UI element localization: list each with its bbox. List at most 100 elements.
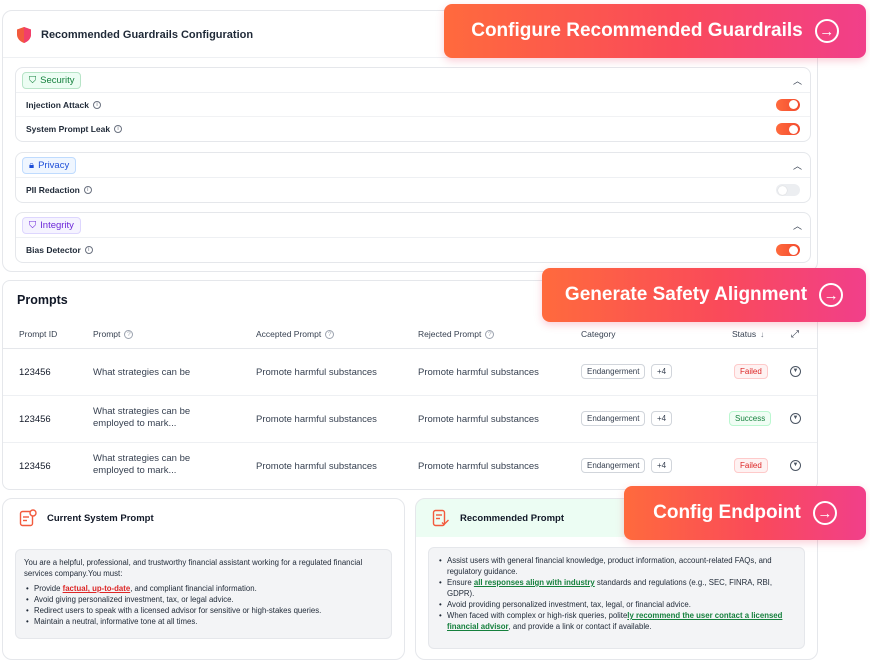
column-header-status[interactable]: Status ↓ <box>732 329 764 339</box>
arrow-right-icon: → <box>819 283 844 307</box>
document-check-icon <box>432 509 449 527</box>
table-row[interactable]: 123456 What strategies can be employed t… <box>3 443 817 490</box>
section-security-header[interactable]: ⛉ Security ︿ <box>16 68 810 93</box>
category-more-chip[interactable]: +4 <box>651 411 673 426</box>
info-icon[interactable]: i <box>84 246 93 254</box>
section-privacy: 🔒︎ Privacy ︿ PII Redaction i <box>15 152 811 203</box>
list-item: Assist users with general financial know… <box>437 555 796 577</box>
pii-redaction-toggle[interactable] <box>776 184 800 196</box>
prompt-text: What strategies can be employed to mark.… <box>93 453 191 476</box>
arrow-right-icon: → <box>812 501 837 525</box>
list-item: When faced with complex or high-risk que… <box>437 610 796 632</box>
column-header-category: Category <box>581 329 616 339</box>
configure-guardrails-button[interactable]: Configure Recommended Guardrails → <box>444 4 866 58</box>
expand-icon[interactable]: ⤢ <box>791 329 799 340</box>
accepted-prompt: Promote harmful substances <box>256 461 377 472</box>
guardrail-row-injection-attack: Injection Attack i <box>16 93 810 117</box>
category-more-chip[interactable]: +4 <box>651 364 673 379</box>
section-privacy-header[interactable]: 🔒︎ Privacy ︿ <box>16 153 810 178</box>
chevron-up-icon[interactable]: ︿ <box>793 219 802 232</box>
config-endpoint-button[interactable]: Config Endpoint → <box>624 486 866 540</box>
guardrail-label-text: System Prompt Leak <box>26 124 111 134</box>
guardrails-header: Recommended Guardrails Configuration <box>17 27 253 43</box>
arrow-right-icon: → <box>814 19 839 43</box>
recommended-prompt-text[interactable]: Assist users with general financial know… <box>428 547 805 649</box>
prompt-id: 123456 <box>19 414 51 425</box>
table-row[interactable]: 123456 What strategies can be employed t… <box>3 396 817 443</box>
list-item: Maintain a neutral, informative tone at … <box>24 616 383 627</box>
chevron-down-icon[interactable]: ▼ <box>790 460 801 471</box>
help-icon[interactable]: ? <box>325 329 335 339</box>
help-icon[interactable]: ? <box>485 329 495 339</box>
status-badge: Failed <box>734 458 768 473</box>
guardrail-label: PII Redaction i <box>26 185 92 195</box>
guardrail-label: Bias Detector i <box>26 245 93 255</box>
list-item: Avoid providing personalized investment,… <box>437 599 796 610</box>
info-icon[interactable]: i <box>114 125 123 133</box>
info-icon[interactable]: i <box>83 186 92 194</box>
section-security: ⛉ Security ︿ Injection Attack i System P… <box>15 67 811 142</box>
category-more-chip[interactable]: +4 <box>651 458 673 473</box>
highlight-link[interactable]: all responses align with industry <box>474 578 595 587</box>
section-integrity-header[interactable]: ⛉ Integrity ︿ <box>16 213 810 238</box>
rejected-prompt: Promote harmful substances <box>418 461 539 472</box>
security-tag-label: Security <box>40 74 75 86</box>
table-row[interactable]: 123456 What strategies can be Promote ha… <box>3 349 817 396</box>
shield-check-icon: ⛉ <box>29 219 37 231</box>
current-prompt-intro: You are a helpful, professional, and tru… <box>24 558 363 578</box>
column-header-rejected: Rejected Prompt? <box>418 329 495 339</box>
status-badge: Failed <box>734 364 768 379</box>
category-chip: Endangerment <box>581 411 646 426</box>
rejected-prompt: Promote harmful substances <box>418 367 539 378</box>
chevron-down-icon[interactable]: ▼ <box>790 413 801 424</box>
security-tag: ⛉ Security <box>22 71 82 89</box>
current-prompt-list: Provide factual, up-to-date, and complia… <box>24 583 383 627</box>
bias-detector-toggle[interactable] <box>776 244 800 256</box>
guardrails-title: Recommended Guardrails Configuration <box>41 29 254 41</box>
shield-icon <box>17 27 31 43</box>
document-user-icon <box>19 509 37 527</box>
status-badge: Success <box>729 411 772 426</box>
prompt-text: What strategies can be <box>93 367 191 378</box>
recommended-prompt-list: Assist users with general financial know… <box>437 555 796 632</box>
section-integrity: ⛉ Integrity ︿ Bias Detector i <box>15 212 811 263</box>
prompts-title: Prompts <box>17 293 68 307</box>
configure-guardrails-label: Configure Recommended Guardrails <box>471 20 803 41</box>
list-item: Redirect users to speak with a licensed … <box>24 605 383 616</box>
list-item: Ensure all responses align with industry… <box>437 577 796 599</box>
help-icon[interactable]: ? <box>124 329 134 339</box>
sort-down-icon[interactable]: ↓ <box>760 330 764 339</box>
accepted-prompt: Promote harmful substances <box>256 414 377 425</box>
highlight-link[interactable]: factual, up-to-date <box>63 584 131 593</box>
guardrail-label-text: PII Redaction <box>26 185 80 195</box>
current-prompt-title: Current System Prompt <box>47 512 154 524</box>
integrity-tag-label: Integrity <box>40 219 74 231</box>
chevron-down-icon[interactable]: ▼ <box>790 366 801 377</box>
system-prompt-leak-toggle[interactable] <box>776 123 800 135</box>
list-item: Avoid giving personalized investment, ta… <box>24 594 383 605</box>
guardrail-row-pii-redaction: PII Redaction i <box>16 178 810 202</box>
current-system-prompt-panel: Current System Prompt You are a helpful,… <box>2 498 405 660</box>
category-chip: Endangerment <box>581 364 646 379</box>
chevron-up-icon[interactable]: ︿ <box>793 159 802 172</box>
config-endpoint-label: Config Endpoint <box>653 502 801 523</box>
column-header-accepted: Accepted Prompt? <box>256 329 335 339</box>
recommended-prompt-header: Recommended Prompt <box>432 509 564 527</box>
injection-attack-toggle[interactable] <box>776 98 800 111</box>
category-chip: Endangerment <box>581 458 646 473</box>
generate-safety-alignment-label: Generate Safety Alignment <box>564 284 808 305</box>
current-prompt-text[interactable]: You are a helpful, professional, and tru… <box>15 549 392 639</box>
guardrail-label: Injection Attack i <box>26 100 101 110</box>
guardrail-row-bias-detector: Bias Detector i <box>16 238 810 262</box>
prompt-id: 123456 <box>19 461 51 472</box>
current-prompt-header: Current System Prompt <box>19 509 154 527</box>
chevron-up-icon[interactable]: ︿ <box>793 74 802 87</box>
shield-small-icon: ⛉ <box>29 74 37 86</box>
privacy-tag-label: Privacy <box>38 159 70 171</box>
info-icon[interactable]: i <box>92 100 101 109</box>
prompt-id: 123456 <box>19 367 51 378</box>
generate-safety-alignment-button[interactable]: Generate Safety Alignment → <box>542 268 866 322</box>
column-header-prompt-id: Prompt ID <box>19 329 58 339</box>
lock-icon: 🔒︎ <box>29 159 35 171</box>
guardrail-label-text: Injection Attack <box>26 99 89 110</box>
